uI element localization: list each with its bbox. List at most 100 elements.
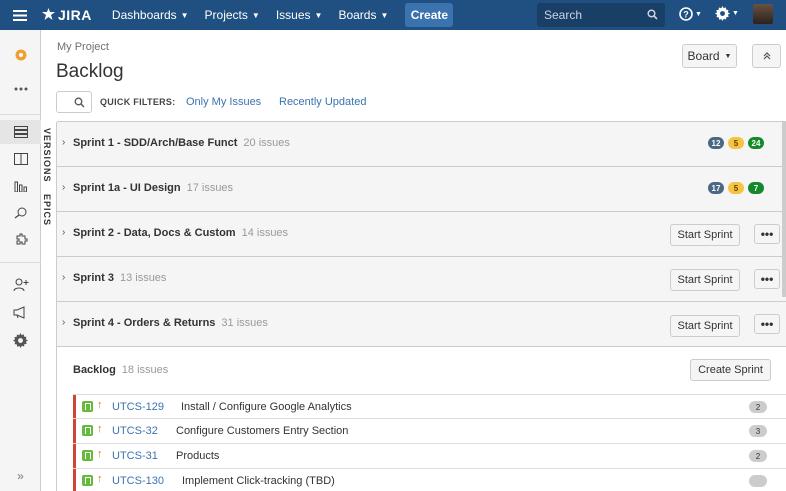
filter-recently-updated[interactable]: Recently Updated xyxy=(279,96,366,108)
sprint-more-button[interactable]: ••• xyxy=(754,314,780,334)
chevron-down-icon: ▼ xyxy=(724,52,732,60)
create-sprint-button[interactable]: Create Sprint xyxy=(690,359,771,381)
breadcrumb[interactable]: My Project xyxy=(57,41,109,53)
story-icon xyxy=(82,475,93,486)
sprint-row[interactable]: › Sprint 4 - Orders & Returns 31 issues S… xyxy=(57,301,786,346)
search-icon xyxy=(647,9,658,20)
issue-row[interactable]: ↑ UTCS-31 Products 2 xyxy=(73,443,786,468)
sprint-row[interactable]: › Sprint 3 13 issues Start Sprint ••• xyxy=(57,256,786,301)
done-badge: 7 xyxy=(748,182,764,194)
sprint-name[interactable]: Sprint 4 - Orders & Returns 31 issues xyxy=(73,317,268,329)
gear-icon[interactable]: ▼ xyxy=(715,6,739,21)
more-icon[interactable] xyxy=(0,77,41,101)
chevron-down-icon: ▼ xyxy=(180,10,189,20)
user-avatar[interactable] xyxy=(753,4,773,24)
sprint-more-button[interactable]: ••• xyxy=(754,224,780,244)
sprint-name[interactable]: Sprint 2 - Data, Docs & Custom 14 issues xyxy=(73,227,288,239)
sprint-issue-count: 31 issues xyxy=(221,317,268,329)
chevron-right-icon[interactable]: › xyxy=(62,272,65,283)
issue-row[interactable]: ↑ UTCS-32 Configure Customers Entry Sect… xyxy=(73,418,786,443)
expand-sidebar-icon[interactable]: » xyxy=(0,461,41,491)
estimate-badge xyxy=(749,475,767,487)
chevron-right-icon[interactable]: › xyxy=(62,227,65,238)
logo-text: JIRA xyxy=(58,7,92,23)
sprint-name-text: Sprint 1 - SDD/Arch/Base Funct xyxy=(73,137,238,149)
nav-issues[interactable]: Issues ▼ xyxy=(268,0,331,30)
announce-icon[interactable] xyxy=(0,300,41,324)
search-issues-icon[interactable] xyxy=(0,201,41,225)
filter-only-my-issues[interactable]: Only My Issues xyxy=(186,96,261,108)
issue-key[interactable]: UTCS-32 xyxy=(112,425,158,437)
chevron-down-icon: ▼ xyxy=(695,10,702,18)
nav-boards[interactable]: Boards ▼ xyxy=(330,0,396,30)
epics-tab[interactable]: EPICS xyxy=(42,194,52,226)
search-placeholder: Search xyxy=(544,8,583,22)
board-dropdown-button[interactable]: Board ▼ xyxy=(682,44,737,68)
sprint-name[interactable]: Sprint 1a - UI Design 17 issues xyxy=(73,182,233,194)
nav-dashboards[interactable]: Dashboards ▼ xyxy=(104,0,197,30)
create-button[interactable]: Create xyxy=(405,3,454,27)
versions-tab[interactable]: VERSIONS xyxy=(42,128,52,183)
backlog-icon[interactable] xyxy=(0,120,41,144)
backlog-title: Backlog 18 issues xyxy=(73,364,168,376)
story-icon xyxy=(82,425,93,436)
nav-projects[interactable]: Projects ▼ xyxy=(197,0,268,30)
board-icon[interactable] xyxy=(0,147,41,171)
scrollbar[interactable] xyxy=(782,122,786,297)
sprint-name[interactable]: Sprint 1 - SDD/Arch/Base Funct 20 issues xyxy=(73,137,290,149)
sprint-name-text: Sprint 4 - Orders & Returns xyxy=(73,317,216,329)
sprint-more-button[interactable]: ••• xyxy=(754,269,780,289)
issue-summary: Configure Customers Entry Section xyxy=(176,425,349,437)
epic-color-bar xyxy=(73,419,76,443)
issue-key[interactable]: UTCS-130 xyxy=(112,475,164,487)
issue-row[interactable]: ↑ UTCS-129 Install / Configure Google An… xyxy=(73,394,786,419)
chevron-right-icon[interactable]: › xyxy=(62,182,65,193)
jira-logo-icon xyxy=(42,8,55,20)
story-icon xyxy=(82,450,93,461)
start-sprint-button[interactable]: Start Sprint xyxy=(670,315,740,337)
sprint-row[interactable]: › Sprint 1 - SDD/Arch/Base Funct 20 issue… xyxy=(57,121,786,166)
sprint-row[interactable]: › Sprint 2 - Data, Docs & Custom 14 issue… xyxy=(57,211,786,256)
epic-color-bar xyxy=(73,395,76,419)
jira-logo[interactable]: JIRA xyxy=(42,7,92,23)
chevron-down-icon: ▼ xyxy=(314,10,323,20)
components-icon[interactable] xyxy=(0,228,41,252)
sprint-name[interactable]: Sprint 3 13 issues xyxy=(73,272,166,284)
quick-search-input[interactable] xyxy=(56,91,92,113)
reports-icon[interactable] xyxy=(0,174,41,198)
add-user-icon[interactable] xyxy=(0,273,41,297)
estimate-badge: 3 xyxy=(749,425,767,437)
board-button-label: Board xyxy=(687,49,720,63)
sprint-status-badges: 12 5 24 xyxy=(704,137,764,149)
settings-icon[interactable] xyxy=(0,328,41,352)
start-sprint-button[interactable]: Start Sprint xyxy=(670,224,740,246)
sprint-row[interactable]: › Sprint 1a - UI Design 17 issues 17 5 7 xyxy=(57,166,786,211)
done-badge: 24 xyxy=(748,137,764,149)
sprint-issue-count: 13 issues xyxy=(119,272,167,284)
search-input[interactable]: Search xyxy=(537,3,665,27)
sidebar-divider xyxy=(0,114,41,115)
project-avatar-icon[interactable] xyxy=(0,43,41,67)
help-icon[interactable]: ? ▼ xyxy=(679,7,702,21)
issue-key[interactable]: UTCS-129 xyxy=(112,401,164,413)
issue-key[interactable]: UTCS-31 xyxy=(112,450,158,462)
collapse-header-button[interactable] xyxy=(752,44,781,68)
search-icon xyxy=(74,97,85,108)
issue-summary: Install / Configure Google Analytics xyxy=(181,401,352,413)
chevron-down-icon: ▼ xyxy=(732,10,739,17)
chevron-right-icon[interactable]: › xyxy=(62,137,65,148)
in-progress-badge: 5 xyxy=(728,137,744,149)
start-sprint-button[interactable]: Start Sprint xyxy=(670,269,740,291)
sprint-issue-count: 17 issues xyxy=(186,182,234,194)
nav-issues-label: Issues xyxy=(275,8,311,22)
menu-icon[interactable] xyxy=(0,0,40,30)
priority-major-icon: ↑ xyxy=(97,423,103,435)
backlog-title-text: Backlog xyxy=(73,364,116,376)
todo-badge: 12 xyxy=(708,137,724,149)
chevron-right-icon[interactable]: › xyxy=(62,317,65,328)
estimate-badge: 2 xyxy=(749,450,767,462)
epic-color-bar xyxy=(73,469,76,491)
sidebar-divider xyxy=(0,262,41,263)
in-progress-badge: 5 xyxy=(728,182,744,194)
issue-row[interactable]: ↑ UTCS-130 Implement Click-tracking (TBD… xyxy=(73,468,786,491)
